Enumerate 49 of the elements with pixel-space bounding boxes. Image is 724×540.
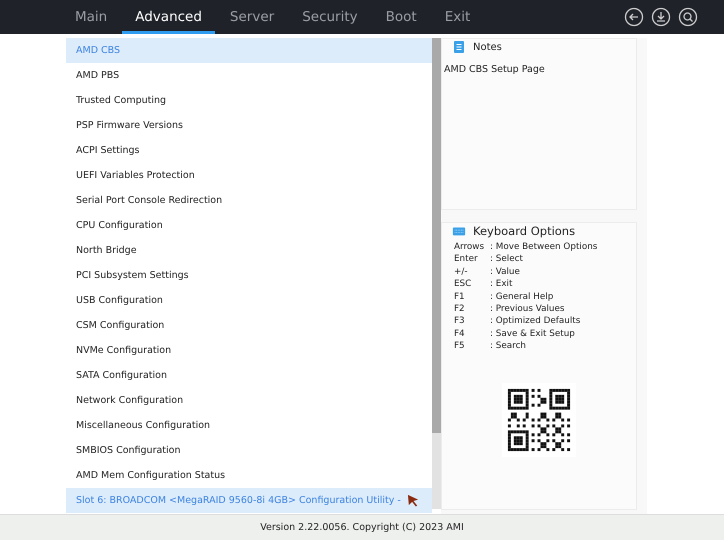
key-action: : Exit (490, 278, 512, 291)
key-action: : Previous Values (490, 303, 564, 316)
menu-tab[interactable]: Main (62, 0, 120, 34)
menu-item[interactable]: UEFI Variables Protection (66, 163, 432, 188)
key-action: : Search (490, 340, 526, 353)
key-name: ESC (454, 278, 472, 291)
version-text: Version 2.22.0056. Copyright (C) 2023 AMI (260, 522, 464, 533)
key-name: Arrows (454, 241, 486, 254)
key-action: : General Help (490, 290, 554, 304)
menu-tab[interactable]: Server (216, 0, 288, 34)
mouse-pointer-icon (407, 494, 420, 507)
notes-title: Notes (473, 42, 502, 52)
keyboard-options-title: Keyboard Options (473, 224, 576, 238)
key-name: F3 (454, 315, 466, 328)
key-action: : Value (490, 266, 520, 278)
menu-item[interactable]: North Bridge (66, 238, 432, 263)
key-action: : Save & Exit Setup (490, 328, 575, 340)
menu-item[interactable]: Serial Port Console Redirection (66, 188, 432, 213)
key-action: : Move Between Options (490, 241, 598, 254)
menu-item[interactable]: PSP Firmware Versions (66, 113, 432, 138)
scrollbar-thumb[interactable] (432, 38, 441, 433)
key-action: : Select (490, 253, 523, 266)
key-name: F1 (454, 290, 466, 304)
menu-item[interactable]: AMD Mem Configuration Status (66, 463, 432, 488)
menu-tab[interactable]: Security (289, 0, 371, 34)
menu-item[interactable]: AMD PBS (66, 63, 432, 88)
menu-item[interactable]: CPU Configuration (66, 213, 432, 238)
menu-item[interactable]: CSM Configuration (66, 313, 432, 338)
menu-item[interactable]: Network Configuration (66, 388, 432, 413)
menu-item[interactable]: SATA Configuration (66, 363, 432, 388)
menu-item[interactable]: Miscellaneous Configuration (66, 413, 432, 438)
key-action: : Optimized Defaults (490, 315, 580, 328)
search-icon[interactable] (678, 7, 698, 27)
menu-item[interactable]: NVMe Configuration (66, 338, 432, 363)
key-name: F5 (454, 340, 466, 353)
key-name: Enter (454, 253, 479, 266)
menu-tab[interactable]: Exit (432, 0, 484, 34)
menu-item[interactable]: Trusted Computing (66, 88, 432, 113)
menu-item[interactable]: USB Configuration (66, 288, 432, 313)
menu-item[interactable]: SMBIOS Configuration (66, 438, 432, 463)
menu-item[interactable]: ACPI Settings (66, 138, 432, 163)
key-name: F2 (454, 303, 466, 316)
back-icon[interactable] (624, 7, 644, 27)
menu-item[interactable]: PCI Subsystem Settings (66, 263, 432, 288)
key-name: F4 (454, 328, 466, 340)
menu-tab[interactable]: Boot (372, 0, 430, 34)
key-name: +/- (454, 266, 469, 278)
notes-text: AMD CBS Setup Page (443, 63, 546, 77)
download-icon[interactable] (651, 7, 671, 27)
